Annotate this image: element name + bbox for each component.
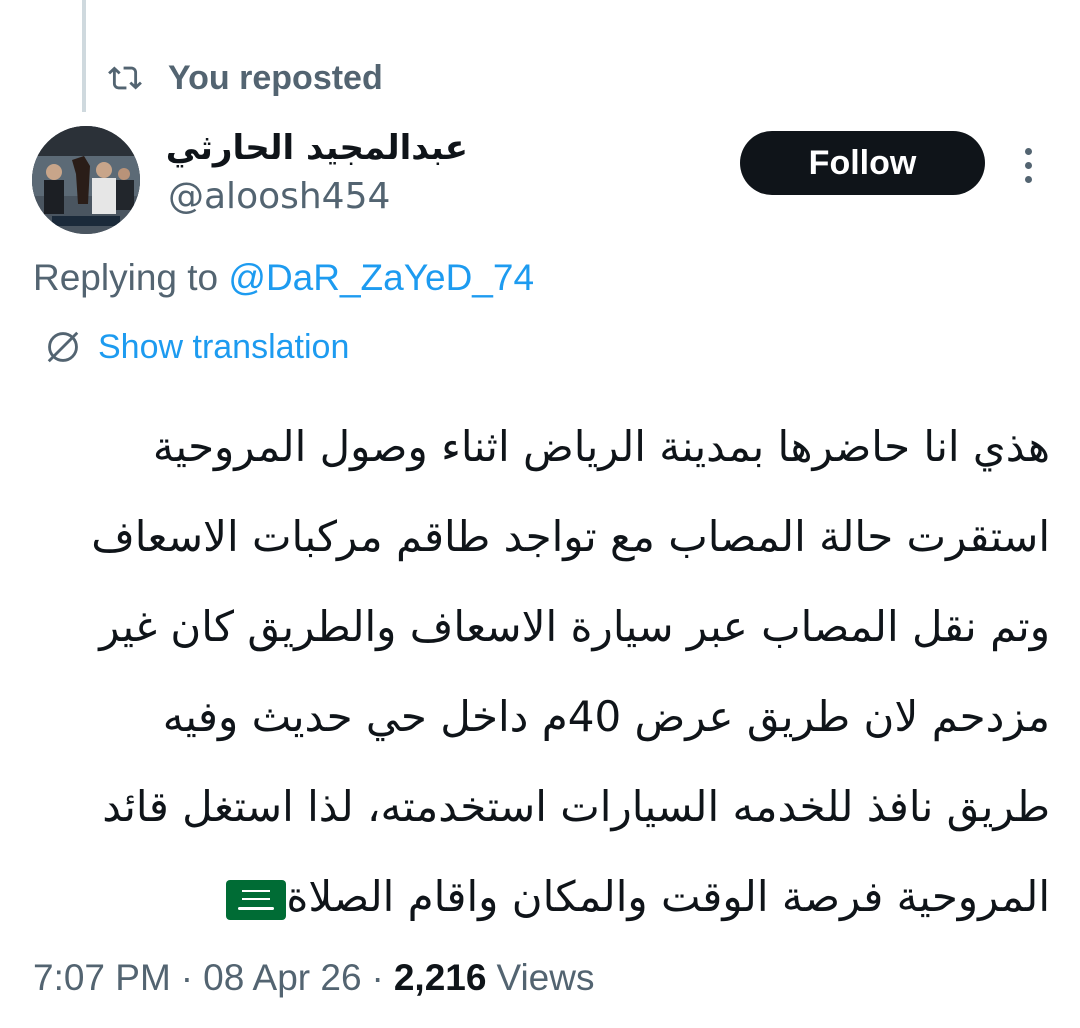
repost-icon xyxy=(108,61,142,95)
repost-indicator: You reposted xyxy=(108,56,383,100)
tweet-line: طريق نافذ للخدمه السيارات استخدمته، لذا … xyxy=(102,782,1050,831)
translate-globe-icon xyxy=(44,328,82,366)
follow-button[interactable]: Follow xyxy=(740,131,985,195)
saudi-flag-icon xyxy=(226,879,287,920)
replying-prefix: Replying to xyxy=(33,257,229,298)
tweet-line: هذي انا حاضرها بمدينة الرياض اثناء وصول … xyxy=(152,422,1050,471)
tweet-text: هذي انا حاضرها بمدينة الرياض اثناء وصول … xyxy=(60,402,1050,942)
tweet-line: استقرت حالة المصاب مع تواجد طاقم مركبات … xyxy=(91,512,1050,561)
meta-separator: · xyxy=(371,957,384,998)
repost-label: You reposted xyxy=(168,58,383,97)
more-options-icon[interactable] xyxy=(1010,140,1046,190)
tweet-meta: 7:07 PM · 08 Apr 26 · 2,216 Views xyxy=(33,948,594,1008)
more-dot xyxy=(1024,147,1032,155)
more-dot xyxy=(1024,175,1032,183)
show-translation[interactable]: Show translation xyxy=(44,324,349,370)
tweet-line-last: المروحية فرصة الوقت والمكان واقام الصلاة xyxy=(60,852,1050,942)
thread-connector-line xyxy=(82,0,86,112)
author-info[interactable]: عبدالمجيد الحارثي @aloosh454 xyxy=(166,120,468,218)
tweet-date[interactable]: 08 Apr 26 xyxy=(203,957,361,999)
views-count[interactable]: 2,216 xyxy=(394,957,487,999)
tweet-time[interactable]: 7:07 PM xyxy=(33,957,171,999)
meta-separator: · xyxy=(180,957,194,998)
reply-mention-link[interactable]: @DaR_ZaYeD_74 xyxy=(228,257,534,298)
avatar[interactable] xyxy=(32,126,140,234)
views-label[interactable]: Views xyxy=(496,957,594,999)
show-translation-link[interactable]: Show translation xyxy=(98,328,349,367)
replying-to: Replying to @DaR_ZaYeD_74 xyxy=(33,252,534,304)
author-display-name[interactable]: عبدالمجيد الحارثي xyxy=(166,120,468,176)
tweet-line-text: المروحية فرصة الوقت والمكان واقام الصلاة xyxy=(286,872,1050,921)
more-dot xyxy=(1024,161,1032,169)
tweet-line: وتم نقل المصاب عبر سيارة الاسعاف والطريق… xyxy=(99,602,1050,651)
tweet-line: مزدحم لان طريق عرض 40م داخل حي حديث وفيه xyxy=(162,692,1050,741)
author-handle[interactable]: @aloosh454 xyxy=(168,176,468,218)
